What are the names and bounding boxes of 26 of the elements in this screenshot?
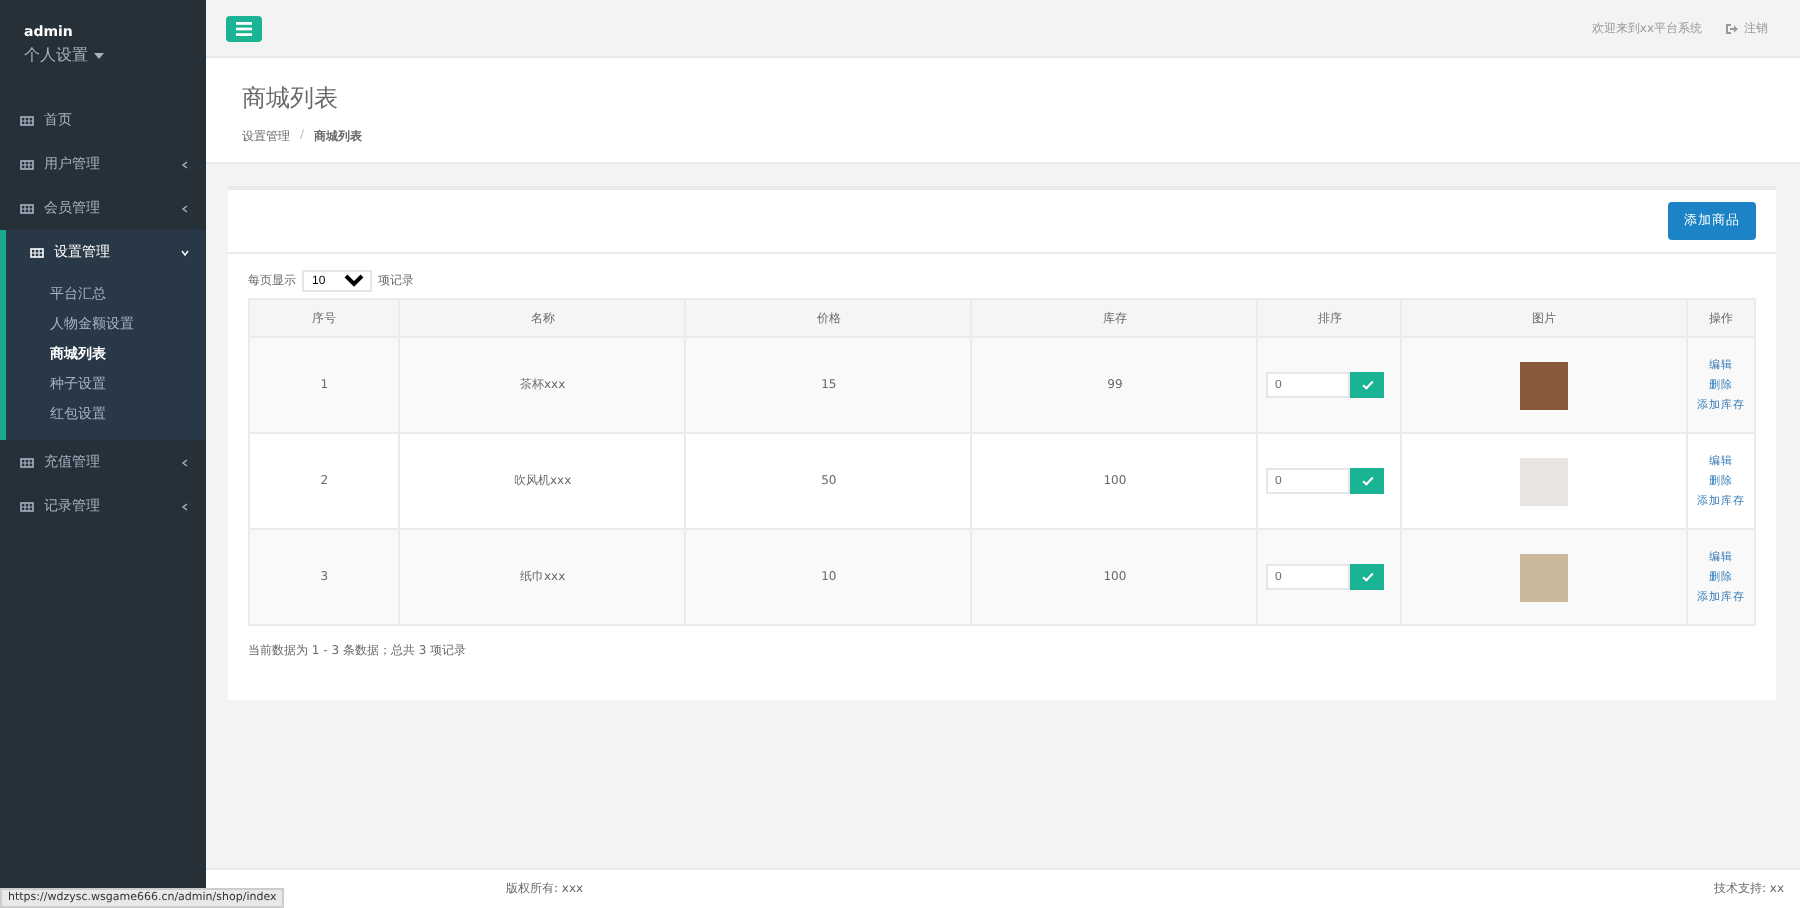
caret-icon [180, 247, 190, 257]
photo-placeholder [1520, 361, 1569, 409]
grid-icon [20, 115, 34, 125]
grid-icon [20, 457, 34, 467]
check-icon [1361, 476, 1374, 486]
caret-icon [180, 203, 190, 213]
grid-icon [20, 203, 34, 213]
sign-out-icon [1726, 23, 1738, 33]
caret-icon [180, 457, 190, 467]
grid-icon [20, 159, 34, 169]
confirm-button[interactable] [1350, 564, 1385, 590]
check-icon [1361, 572, 1374, 582]
confirm-button[interactable] [1350, 468, 1385, 494]
photo-placeholder [1520, 457, 1569, 505]
check-icon [1361, 380, 1374, 390]
caret-icon [180, 159, 190, 169]
caret-icon [93, 52, 104, 60]
grid-icon [20, 501, 34, 511]
photo-placeholder [1520, 553, 1569, 601]
menu-button[interactable] [226, 15, 262, 41]
confirm-button[interactable] [1350, 372, 1385, 398]
grid-icon [30, 247, 44, 257]
profile-menu[interactable]: 个人设置 [24, 44, 182, 66]
caret-icon [180, 501, 190, 511]
page-title: 商城列表 [242, 82, 340, 116]
menu-icon [236, 21, 252, 35]
